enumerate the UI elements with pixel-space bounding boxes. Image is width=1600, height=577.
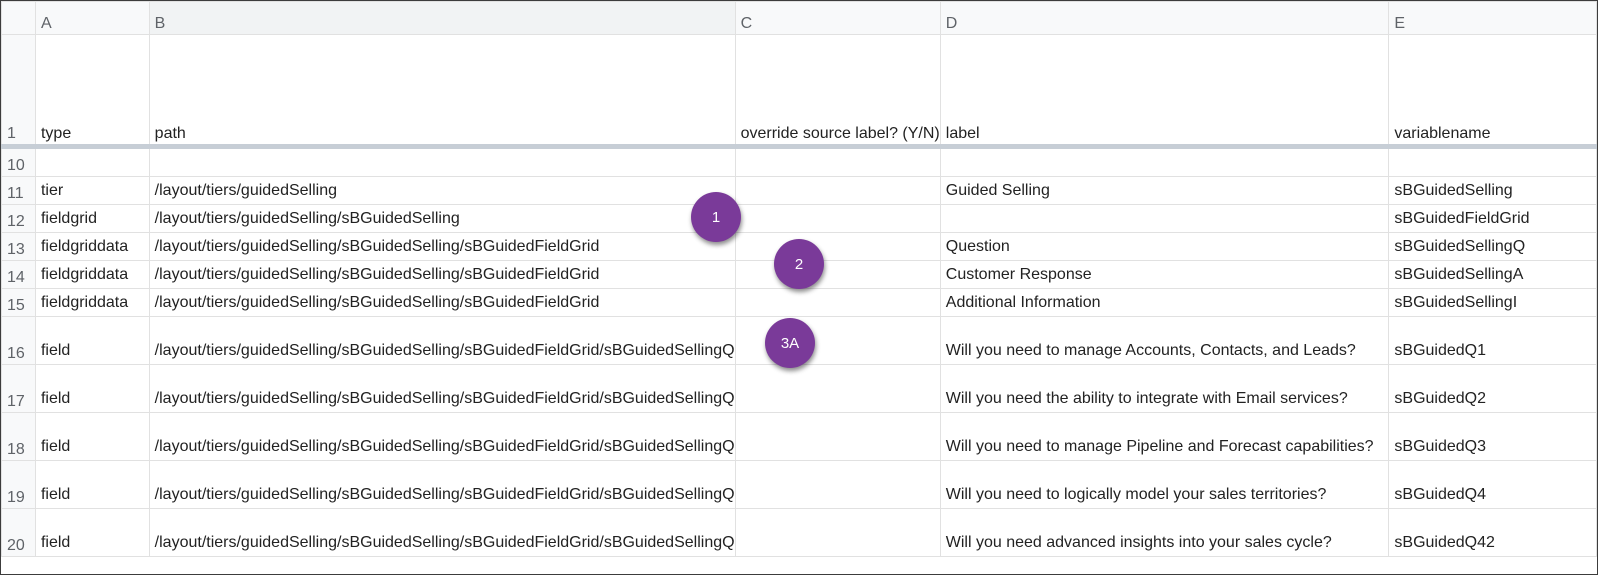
cell[interactable]: /layout/tiers/guidedSelling: [148, 176, 736, 205]
cell[interactable]: /layout/tiers/guidedSelling/sBGuidedSell…: [148, 508, 736, 557]
cell[interactable]: sBGuidedQ4: [1388, 460, 1597, 509]
callout-marker-2: 2: [774, 239, 824, 289]
cell[interactable]: fieldgrid: [34, 204, 150, 233]
cell[interactable]: [939, 204, 1390, 233]
row-header[interactable]: 15: [1, 288, 36, 317]
row-header[interactable]: 18: [1, 412, 36, 461]
row-header[interactable]: 14: [1, 260, 36, 289]
cell[interactable]: [734, 508, 941, 557]
cell[interactable]: sBGuidedSellingA: [1388, 260, 1597, 289]
row-header[interactable]: 17: [1, 364, 36, 413]
row-header[interactable]: 12: [1, 204, 36, 233]
cell[interactable]: fieldgriddata: [34, 288, 150, 317]
cell[interactable]: sBGuidedQ3: [1388, 412, 1597, 461]
row-header[interactable]: 11: [1, 176, 36, 205]
callout-marker-3a: 3A: [765, 318, 815, 368]
column-header-e[interactable]: E: [1388, 1, 1597, 35]
cell[interactable]: /layout/tiers/guidedSelling/sBGuidedSell…: [148, 460, 736, 509]
cell[interactable]: Will you need to manage Pipeline and For…: [939, 412, 1390, 461]
cell[interactable]: [734, 204, 941, 233]
column-header-c[interactable]: C: [734, 1, 941, 35]
cell[interactable]: sBGuidedQ1: [1388, 316, 1597, 365]
cell[interactable]: sBGuidedSellingI: [1388, 288, 1597, 317]
cell-override-header[interactable]: override source label? (Y/N): [734, 34, 941, 149]
cell[interactable]: fieldgriddata: [34, 232, 150, 261]
cell[interactable]: Will you need advanced insights into you…: [939, 508, 1390, 557]
cell[interactable]: field: [34, 460, 150, 509]
table-row: 17 field /layout/tiers/guidedSelling/sBG…: [1, 364, 1597, 413]
cell[interactable]: [734, 460, 941, 509]
row-header[interactable]: 10: [1, 146, 36, 177]
cell[interactable]: fieldgriddata: [34, 260, 150, 289]
cell[interactable]: [34, 146, 150, 177]
row-header[interactable]: 19: [1, 460, 36, 509]
table-row: 10: [1, 146, 1597, 177]
cell[interactable]: Customer Response: [939, 260, 1390, 289]
cell[interactable]: /layout/tiers/guidedSelling/sBGuidedSell…: [148, 204, 736, 233]
cell[interactable]: Will you need to manage Accounts, Contac…: [939, 316, 1390, 365]
cell[interactable]: Will you need the ability to integrate w…: [939, 364, 1390, 413]
cell[interactable]: sBGuidedQ2: [1388, 364, 1597, 413]
cell[interactable]: Guided Selling: [939, 176, 1390, 205]
table-row: 20 field /layout/tiers/guidedSelling/sBG…: [1, 508, 1597, 557]
cell[interactable]: sBGuidedFieldGrid: [1388, 204, 1597, 233]
cell[interactable]: /layout/tiers/guidedSelling/sBGuidedSell…: [148, 288, 736, 317]
cell[interactable]: [734, 146, 941, 177]
cell[interactable]: field: [34, 412, 150, 461]
cell[interactable]: /layout/tiers/guidedSelling/sBGuidedSell…: [148, 412, 736, 461]
cell[interactable]: /layout/tiers/guidedSelling/sBGuidedSell…: [148, 232, 736, 261]
row-header[interactable]: 1: [1, 34, 36, 149]
cell-label-header[interactable]: label: [939, 34, 1390, 149]
select-all-corner[interactable]: [1, 1, 36, 35]
cell[interactable]: [939, 146, 1390, 177]
cell[interactable]: sBGuidedSelling: [1388, 176, 1597, 205]
cell[interactable]: field: [34, 364, 150, 413]
cell-type-header[interactable]: type: [34, 34, 150, 149]
cell[interactable]: Will you need to logically model your sa…: [939, 460, 1390, 509]
cell[interactable]: [734, 412, 941, 461]
row-header[interactable]: 16: [1, 316, 36, 365]
cell[interactable]: field: [34, 316, 150, 365]
table-row: 15 fieldgriddata /layout/tiers/guidedSel…: [1, 288, 1597, 317]
cell-variablename-header[interactable]: variablename: [1388, 34, 1597, 149]
cell[interactable]: Question: [939, 232, 1390, 261]
spreadsheet-frame: A B C D E 1 type path override source la…: [0, 0, 1598, 575]
table-row: 12 fieldgrid /layout/tiers/guidedSelling…: [1, 204, 1597, 233]
cell[interactable]: field: [34, 508, 150, 557]
column-header-b[interactable]: B: [148, 1, 736, 35]
cell[interactable]: [734, 232, 941, 261]
cell-path-header[interactable]: path: [148, 34, 736, 149]
cell[interactable]: [734, 260, 941, 289]
cell[interactable]: Additional Information: [939, 288, 1390, 317]
column-header-a[interactable]: A: [34, 1, 150, 35]
table-row: 19 field /layout/tiers/guidedSelling/sBG…: [1, 460, 1597, 509]
cell[interactable]: tier: [34, 176, 150, 205]
table-row: 18 field /layout/tiers/guidedSelling/sBG…: [1, 412, 1597, 461]
cell[interactable]: sBGuidedSellingQ: [1388, 232, 1597, 261]
cell[interactable]: sBGuidedQ42: [1388, 508, 1597, 557]
cell[interactable]: /layout/tiers/guidedSelling/sBGuidedSell…: [148, 364, 736, 413]
cell[interactable]: [734, 364, 941, 413]
row-header[interactable]: 13: [1, 232, 36, 261]
cell[interactable]: /layout/tiers/guidedSelling/sBGuidedSell…: [148, 260, 736, 289]
cell[interactable]: [1388, 146, 1597, 177]
callout-marker-1: 1: [691, 192, 741, 242]
table-row: 11 tier /layout/tiers/guidedSelling Guid…: [1, 176, 1597, 205]
header-row: 1 type path override source label? (Y/N)…: [1, 34, 1597, 149]
cell[interactable]: [148, 146, 736, 177]
cell[interactable]: [734, 288, 941, 317]
row-header[interactable]: 20: [1, 508, 36, 557]
cell[interactable]: [734, 176, 941, 205]
column-header-d[interactable]: D: [939, 1, 1390, 35]
cell[interactable]: /layout/tiers/guidedSelling/sBGuidedSell…: [148, 316, 736, 365]
